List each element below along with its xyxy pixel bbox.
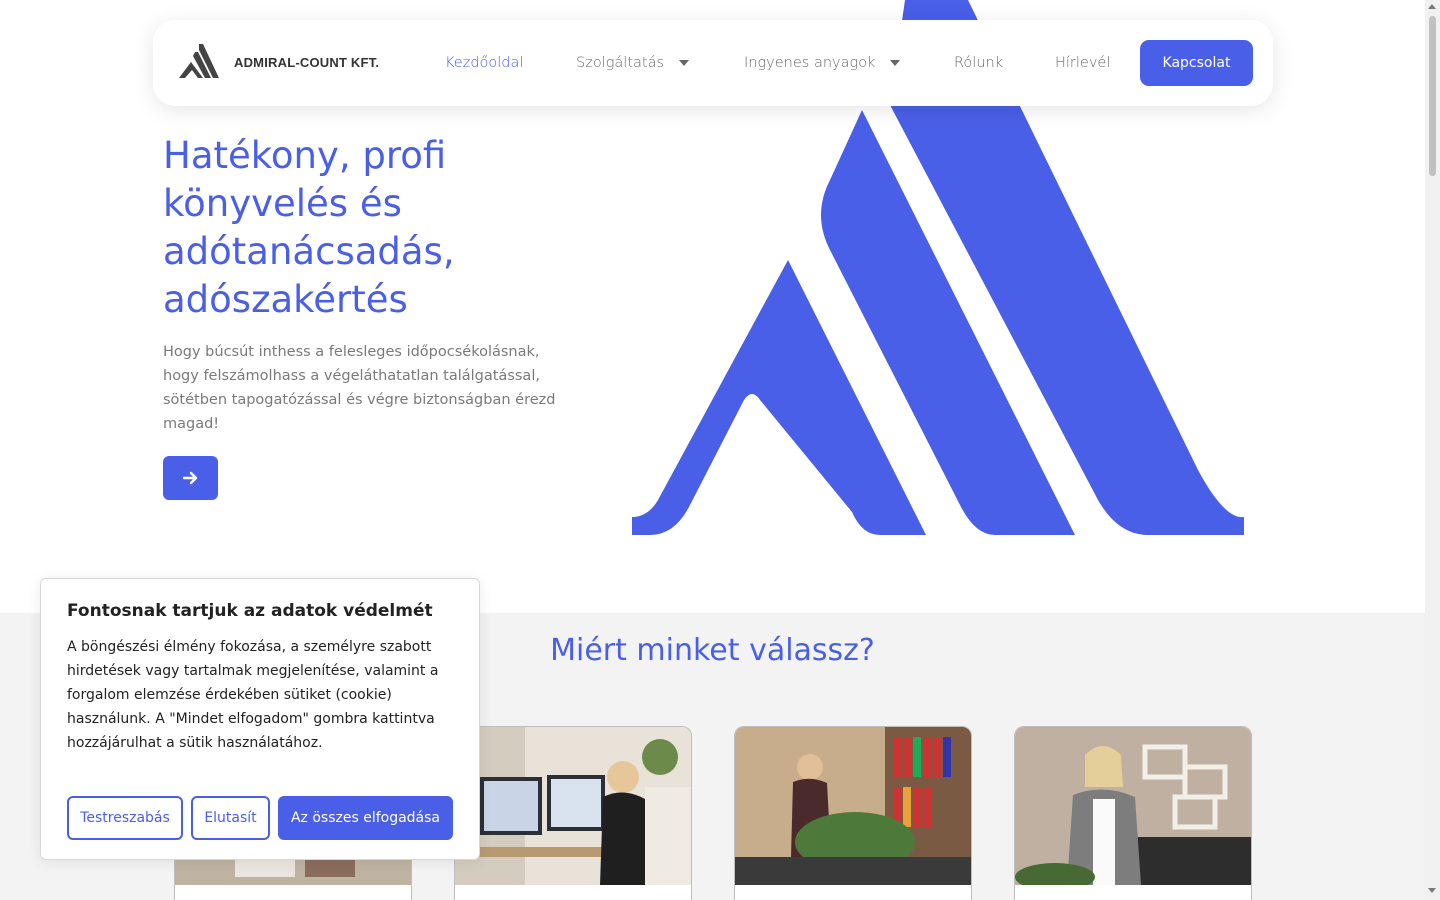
nav-about[interactable]: Rólunk bbox=[954, 20, 1003, 106]
nav-free-materials-label: Ingyenes anyagok bbox=[744, 55, 876, 71]
nav-services[interactable]: Szolgáltatás bbox=[576, 20, 690, 106]
cookie-title: Fontosnak tartjuk az adatok védelmét bbox=[67, 601, 433, 621]
brand-name: ADMIRAL-COUNT KFT. bbox=[234, 54, 380, 70]
arrow-right-icon bbox=[182, 471, 197, 485]
page-scrollbar[interactable] bbox=[1425, 0, 1440, 900]
card-photo bbox=[1015, 727, 1251, 885]
hero-text: Hogy búcsút inthess a felesleges időpocs… bbox=[163, 344, 556, 432]
card-photo bbox=[735, 727, 971, 885]
nav-home[interactable]: Kezdőoldal bbox=[445, 20, 523, 106]
nav-services-label: Szolgáltatás bbox=[576, 55, 665, 71]
hero-title: Hatékony, profi könyvelés és adótanácsad… bbox=[163, 134, 455, 321]
nav-newsletter[interactable]: Hírlevél bbox=[1055, 20, 1110, 106]
cookie-buttons: Testreszabás Elutasít Az összes elfogadá… bbox=[67, 796, 453, 840]
hero-section: ADMIRAL-COUNT KFT. Kezdőoldal Szolgáltat… bbox=[0, 0, 1425, 613]
cookie-reject-button[interactable]: Elutasít bbox=[191, 796, 270, 840]
cookie-text: A böngészési élmény fokozása, a személyr… bbox=[67, 639, 439, 751]
nav-free-materials[interactable]: Ingyenes anyagok bbox=[744, 20, 901, 106]
hero-cta-button[interactable] bbox=[163, 456, 218, 500]
header-nav: ADMIRAL-COUNT KFT. Kezdőoldal Szolgáltat… bbox=[153, 20, 1273, 106]
brand-logo-icon bbox=[179, 44, 219, 78]
cookie-consent-dialog: Fontosnak tartjuk az adatok védelmét A b… bbox=[40, 578, 480, 860]
scroll-up-icon[interactable] bbox=[1428, 4, 1436, 9]
feature-card[interactable] bbox=[454, 726, 692, 900]
caret-down-icon bbox=[890, 60, 901, 66]
feature-card[interactable] bbox=[1014, 726, 1252, 900]
contact-button[interactable]: Kapcsolat bbox=[1140, 40, 1253, 86]
cookie-customize-button[interactable]: Testreszabás bbox=[67, 796, 183, 840]
brand[interactable]: ADMIRAL-COUNT KFT. bbox=[177, 42, 379, 82]
feature-card[interactable] bbox=[734, 726, 972, 900]
card-photo bbox=[455, 727, 691, 885]
cookie-accept-all-button[interactable]: Az összes elfogadása bbox=[278, 796, 453, 840]
scroll-down-icon[interactable] bbox=[1428, 888, 1436, 893]
scrollbar-thumb[interactable] bbox=[1429, 16, 1436, 176]
caret-down-icon bbox=[679, 60, 690, 66]
